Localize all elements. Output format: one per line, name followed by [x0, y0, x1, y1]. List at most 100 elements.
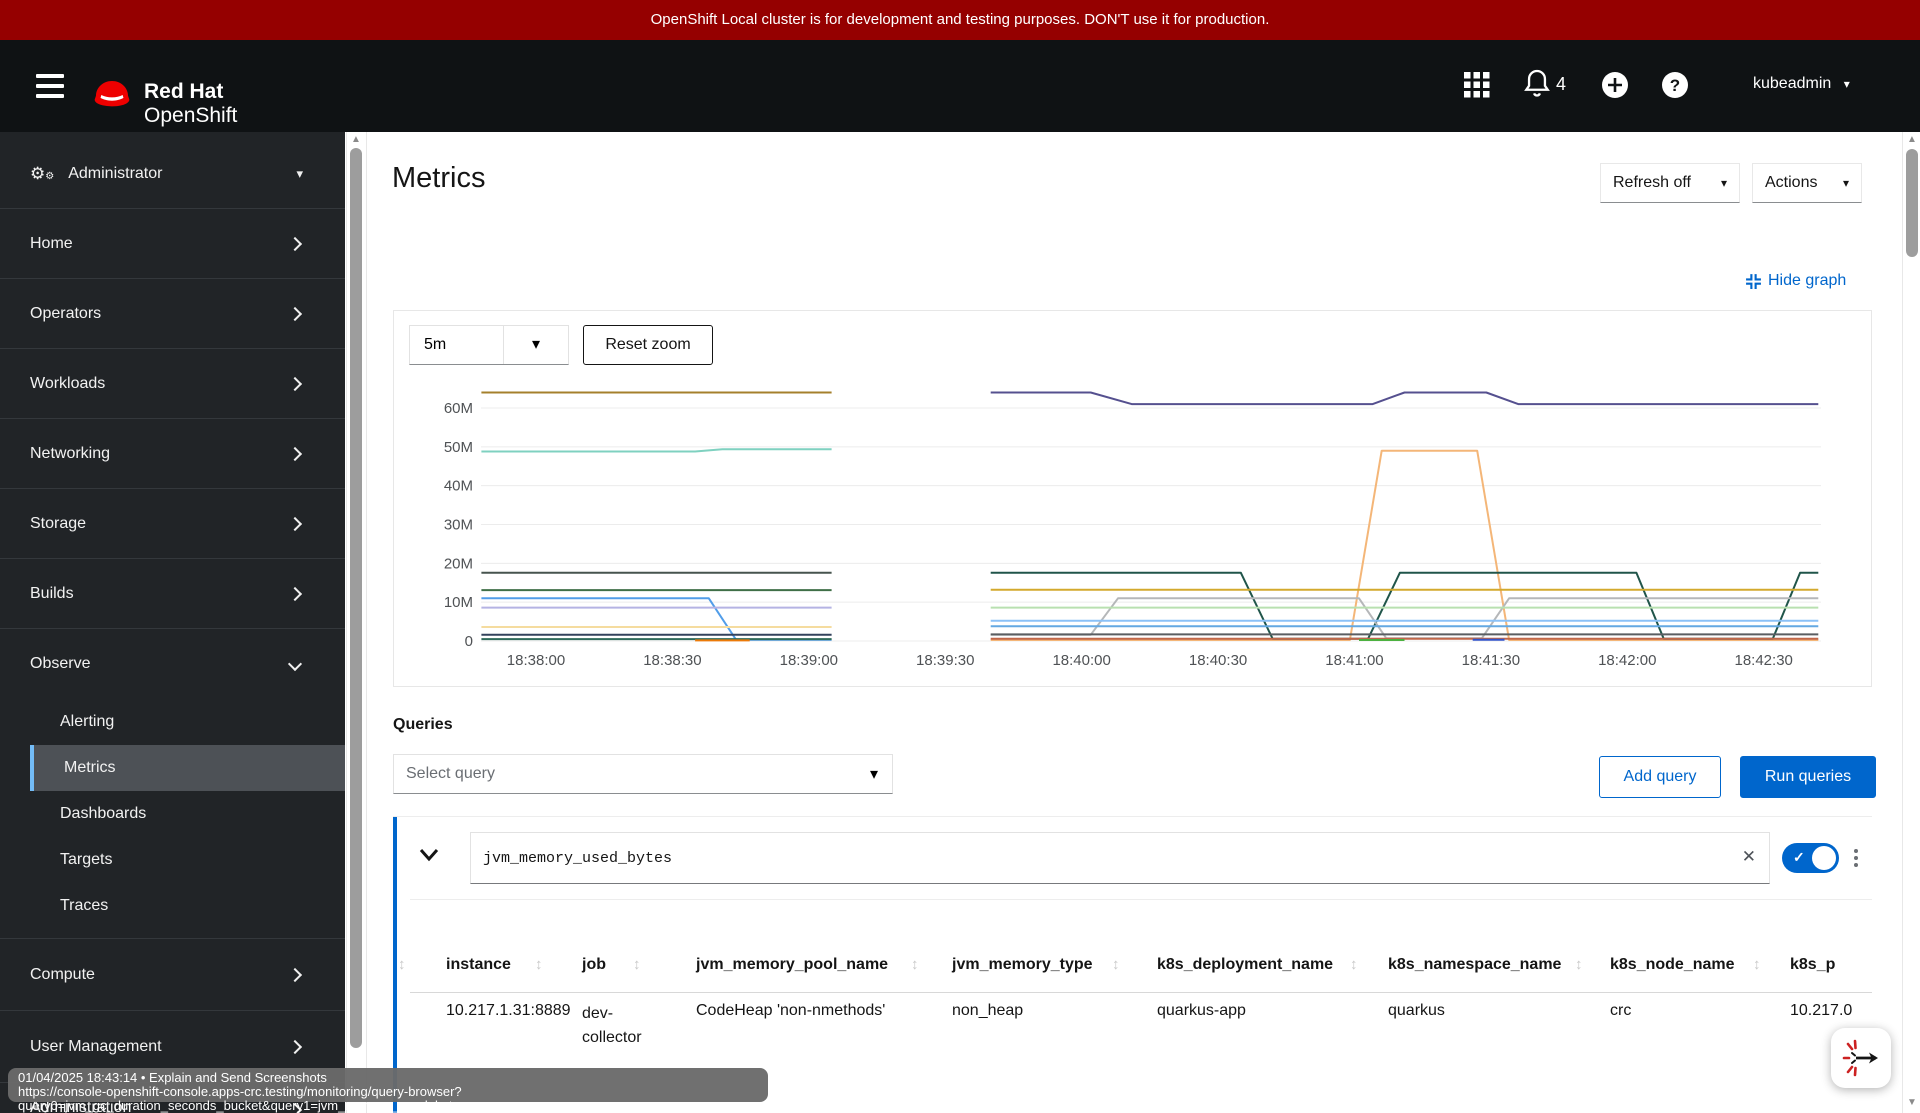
query-expression-field[interactable]: ✕	[470, 832, 1770, 884]
scroll-up-icon[interactable]: ▲	[351, 135, 361, 145]
x-tick-label: 18:39:30	[916, 652, 974, 669]
cell-type: non_heap	[952, 1002, 1024, 1019]
col-header-node[interactable]: k8s_node_name	[1610, 956, 1735, 974]
select-query-placeholder: Select query	[406, 765, 495, 782]
reset-zoom-button[interactable]: Reset zoom	[583, 325, 713, 365]
series-right-orange-spike-49M	[990, 449, 1819, 641]
sort-icon[interactable]: ↕	[1753, 956, 1761, 973]
select-query-dropdown[interactable]: Select query ▾	[393, 754, 893, 794]
hide-graph-link[interactable]: Hide graph	[1745, 272, 1846, 290]
sort-icon[interactable]: ↕	[1112, 956, 1120, 973]
sidebar-item-metrics-selected[interactable]: Metrics	[30, 745, 345, 791]
chevron-down-icon: ▾	[1842, 176, 1849, 190]
chevron-down-icon: ▾	[296, 166, 303, 181]
sidebar-scrollbar[interactable]: ▲	[346, 132, 367, 1113]
add-query-button[interactable]: Add query	[1599, 756, 1721, 798]
sort-icon[interactable]: ↕	[398, 956, 406, 973]
masthead: Red Hat OpenShift 4 ? kubeadmin ▾	[0, 40, 1920, 132]
sidebar-item-home[interactable]: Home	[0, 208, 345, 278]
y-tick-label: 50M	[444, 439, 473, 456]
sidebar-item-networking[interactable]: Networking	[0, 418, 345, 488]
sort-icon[interactable]: ↕	[535, 956, 543, 973]
main-scrollbar[interactable]: ▲ ▼	[1902, 132, 1920, 1113]
col-header-pool[interactable]: jvm_memory_pool_name	[696, 956, 888, 974]
tooltip-line1: 01/04/2025 18:43:14 • Explain and Send S…	[18, 1070, 327, 1085]
sidebar-item-compute[interactable]: Compute	[0, 938, 345, 1010]
page-title: Metrics	[392, 162, 486, 194]
sidebar-item-storage[interactable]: Storage	[0, 488, 345, 558]
chevron-right-icon	[287, 306, 303, 321]
notifications-bell-icon[interactable]	[1524, 68, 1550, 100]
timespan-select[interactable]: 5m ▾	[409, 325, 569, 365]
cell-pool: CodeHeap 'non-nmethods'	[696, 1002, 886, 1019]
sidebar-scrollbar-thumb[interactable]	[350, 148, 362, 1048]
username: kubeadmin	[1753, 75, 1832, 92]
screenshot-extension-button[interactable]	[1831, 1028, 1891, 1088]
sidebar-item-alerting[interactable]: Alerting	[0, 699, 345, 745]
actions-dropdown[interactable]: Actions ▾	[1752, 163, 1862, 203]
col-header-namespace[interactable]: k8s_namespace_name	[1388, 956, 1561, 974]
sort-icon[interactable]: ↕	[1575, 956, 1583, 973]
x-tick-label: 18:42:00	[1598, 652, 1656, 669]
app-launcher-icon[interactable]	[1464, 72, 1490, 98]
sort-icon[interactable]: ↕	[911, 956, 919, 973]
sort-icon[interactable]: ↕	[1350, 956, 1358, 973]
queries-heading: Queries	[393, 716, 453, 733]
sidebar-item-traces[interactable]: Traces	[0, 883, 345, 929]
user-menu[interactable]: kubeadmin ▾	[1753, 75, 1850, 93]
query-expand-chevron-icon[interactable]	[418, 846, 440, 864]
scroll-up-icon[interactable]: ▲	[1907, 135, 1917, 145]
import-plus-icon[interactable]	[1600, 70, 1630, 100]
sidebar-item-dashboards[interactable]: Dashboards	[0, 791, 345, 837]
chevron-right-icon	[287, 586, 303, 601]
redhat-logo-icon	[94, 81, 130, 107]
screenshot-tooltip: 01/04/2025 18:43:14 • Explain and Send S…	[8, 1068, 768, 1113]
chevron-right-icon	[287, 376, 303, 391]
query-enabled-toggle[interactable]: ✓	[1782, 843, 1839, 873]
col-header-job[interactable]: job	[582, 956, 606, 974]
sidebar-item-targets[interactable]: Targets	[0, 837, 345, 883]
clear-query-icon[interactable]: ✕	[1742, 847, 1756, 867]
x-tick-label: 18:41:30	[1462, 652, 1520, 669]
col-header-pod[interactable]: k8s_p	[1790, 956, 1875, 974]
query-kebab-menu-icon[interactable]	[1848, 844, 1864, 872]
x-tick-label: 18:41:00	[1325, 652, 1383, 669]
x-tick-label: 18:38:30	[643, 652, 701, 669]
main-scrollbar-thumb[interactable]	[1906, 149, 1918, 257]
sort-icon[interactable]: ↕	[633, 956, 641, 973]
series-left-blue-11M-drop	[481, 597, 832, 641]
chevron-right-icon	[287, 516, 303, 531]
sidebar-item-workloads[interactable]: Workloads	[0, 348, 345, 418]
col-header-type[interactable]: jvm_memory_type	[952, 956, 1093, 974]
y-tick-label: 30M	[444, 517, 473, 534]
series-right-darkteal-square-wave	[990, 571, 1819, 640]
banner-text: OpenShift Local cluster is for developme…	[650, 11, 1270, 28]
sidebar-item-observe[interactable]: Observe	[0, 628, 345, 699]
sidebar-item-operators[interactable]: Operators	[0, 278, 345, 348]
chevron-right-icon	[287, 446, 303, 461]
query-expression-input[interactable]	[470, 832, 1770, 884]
brand-line-redhat: Red Hat	[144, 80, 224, 103]
compress-icon	[1746, 273, 1761, 289]
col-header-instance[interactable]: instance	[446, 956, 511, 974]
check-icon: ✓	[1793, 849, 1805, 865]
perspective-switcher[interactable]: ⚙⚙ Administrator ▾	[0, 140, 345, 208]
series-right-purple-64M	[990, 391, 1819, 406]
chevron-down-icon: ▾	[869, 766, 878, 783]
chevron-right-icon	[287, 236, 303, 251]
col-header-deployment[interactable]: k8s_deployment_name	[1157, 956, 1333, 974]
scroll-down-icon[interactable]: ▼	[1907, 1098, 1917, 1108]
y-tick-label: 0	[465, 633, 473, 650]
sidebar-nav: ⚙⚙ Administrator ▾ Home Operators Worklo…	[0, 132, 345, 1113]
cell-pod: 10.217.0	[1790, 1002, 1853, 1019]
y-tick-label: 20M	[444, 555, 473, 572]
cell-namespace: quarkus	[1388, 1002, 1445, 1019]
refresh-dropdown[interactable]: Refresh off ▾	[1600, 163, 1740, 203]
series-right-grey-square-wave	[990, 597, 1819, 640]
x-tick-label: 18:39:00	[780, 652, 838, 669]
sidebar-item-builds[interactable]: Builds	[0, 558, 345, 628]
query-row-divider	[410, 899, 1872, 900]
run-queries-button[interactable]: Run queries	[1740, 756, 1876, 798]
menu-toggle-icon[interactable]	[36, 68, 64, 104]
help-icon[interactable]: ?	[1660, 70, 1690, 100]
